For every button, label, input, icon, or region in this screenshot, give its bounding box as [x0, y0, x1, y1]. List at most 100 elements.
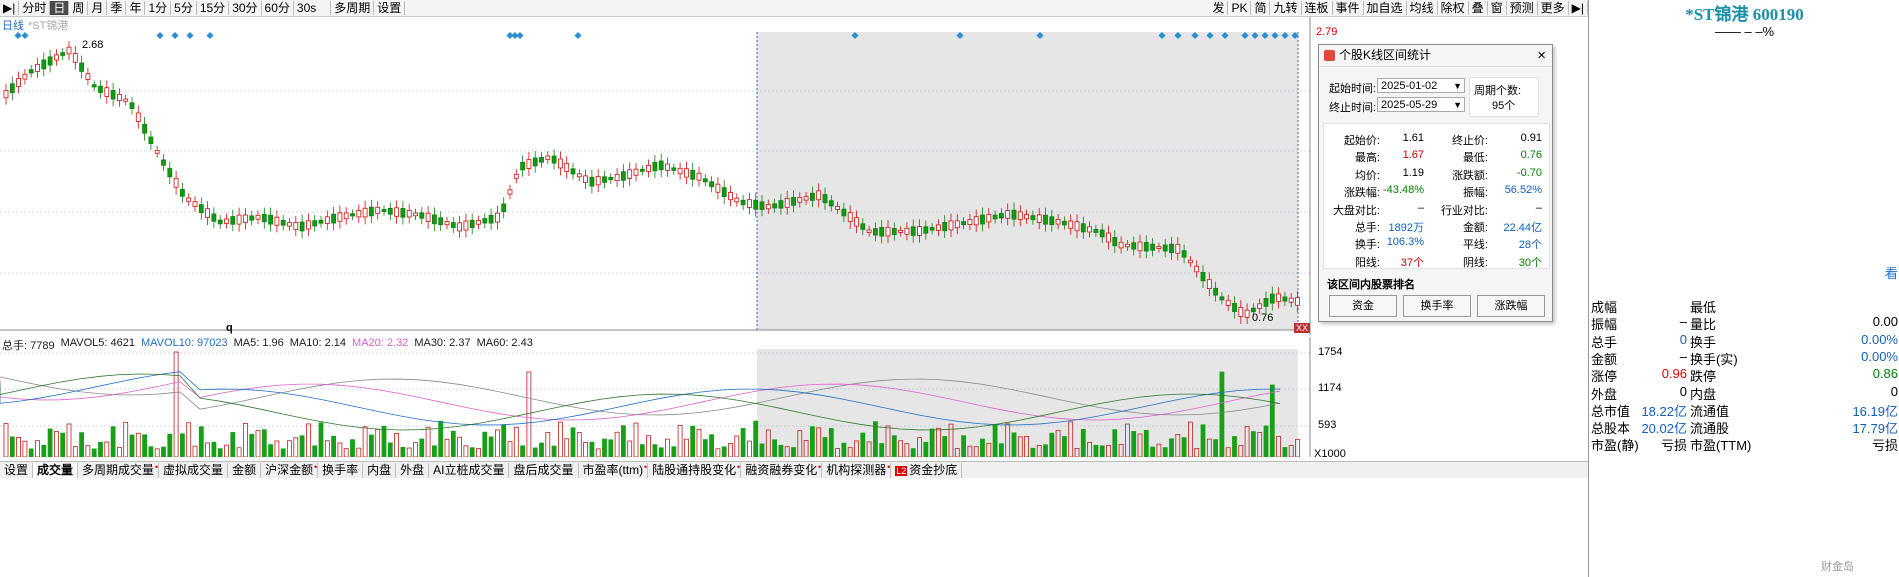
signal-diamond	[14, 31, 22, 40]
period-tab-12[interactable]: 多周期	[331, 1, 375, 15]
period-tab-8[interactable]: 15分	[197, 1, 230, 15]
volume-bar	[822, 437, 828, 458]
tool-button-6[interactable]: 加自选	[1364, 1, 1407, 15]
volume-bar	[684, 438, 689, 458]
toolbar-arrow-icon[interactable]: ▶|	[0, 1, 20, 15]
period-tab-4[interactable]: 季	[107, 1, 127, 15]
indicator-tab-10[interactable]: 盘后成交量	[509, 462, 579, 478]
candle	[41, 59, 47, 70]
candle	[47, 56, 53, 66]
volume-bar	[318, 422, 324, 458]
indicator-tab-5[interactable]: 沪深金额 •	[261, 462, 319, 478]
volume-bar	[583, 442, 588, 458]
period-tab-1[interactable]: 日	[50, 1, 70, 15]
period-tab-11[interactable]: 30s	[294, 1, 332, 15]
period-tab-7[interactable]: 5分	[171, 1, 197, 15]
period-tab-0[interactable]: 分时	[19, 1, 51, 15]
indicator-tab-8[interactable]: 外盘	[396, 462, 430, 478]
indicator-tab-14[interactable]: 机构探测器 •	[822, 462, 892, 478]
indicator-tab-11[interactable]: 市盈率(ttm) •	[579, 462, 649, 478]
indicator-tab-13[interactable]: 融资融券变化 •	[741, 462, 823, 478]
expand-icon[interactable]: ▶|	[1569, 1, 1588, 15]
volume-bar	[350, 439, 355, 458]
indicator-tab-15[interactable]: L2 资金抄底	[891, 462, 963, 478]
candle	[621, 171, 626, 181]
period-tab-13[interactable]: 设置	[374, 1, 406, 15]
indicator-tab-4[interactable]: 金额	[228, 462, 262, 478]
indicator-tab-2[interactable]: 多周期成交量 •	[78, 462, 160, 478]
volume-svg[interactable]	[0, 337, 1588, 458]
candle	[476, 220, 481, 225]
stat-label: 平线:	[1462, 239, 1488, 252]
start-time-select[interactable]: 2025-01-02 ▼	[1377, 78, 1465, 93]
period-tab-10[interactable]: 60分	[262, 1, 294, 15]
volume-bar	[1269, 384, 1275, 458]
tool-button-4[interactable]: 连板	[1302, 1, 1333, 15]
candle	[1169, 243, 1174, 254]
volume-bar	[161, 446, 166, 458]
period-tab-6[interactable]: 1分	[145, 1, 172, 15]
volume-bar	[564, 438, 570, 458]
rank-button-2[interactable]: 涨跌幅	[1477, 295, 1545, 317]
candle	[72, 53, 78, 63]
quote-row: 市盈(静) 亏损 市盈(TTM) 亏损	[1589, 435, 1899, 453]
vol-axis-unit: X1000	[1314, 448, 1346, 460]
candle	[967, 219, 973, 225]
quote-value: 0.86	[1872, 366, 1898, 382]
tool-button-7[interactable]: 均线	[1407, 1, 1438, 15]
period-tab-5[interactable]: 年	[126, 1, 146, 15]
tool-button-1[interactable]: PK	[1228, 1, 1252, 15]
stats-grid: 起始价: 1.61 终止价: 0.91 最高: 1.67 最低: 0.76 均价: 1.19 涨跌额…	[1323, 123, 1550, 269]
quote-label: 换手(实)	[1690, 351, 1738, 367]
volume-bar	[734, 435, 740, 458]
volume-bar	[438, 420, 444, 458]
volume-bar	[658, 447, 664, 458]
volume-bar	[1213, 439, 1218, 458]
period-tab-3[interactable]: 月	[88, 1, 108, 15]
indicator-tab-7[interactable]: 内盘	[363, 462, 397, 478]
indicator-tab-9[interactable]: AI立桩成交量	[429, 462, 510, 478]
start-time-value: 2025-01-02	[1381, 80, 1438, 92]
indicator-tab-1[interactable]: 成交量	[33, 462, 79, 478]
candle	[866, 229, 872, 233]
stat-label: 涨跌额:	[1451, 169, 1488, 182]
stat-label: 行业对比:	[1440, 204, 1488, 217]
candle	[539, 157, 544, 163]
quote-value: –	[1679, 314, 1687, 330]
volume-chart[interactable]: 1754 1174 593 X1000	[0, 337, 1588, 460]
volume-bar	[331, 435, 337, 458]
volume-bar	[488, 436, 494, 458]
volume-bar	[551, 445, 557, 458]
candle	[299, 221, 305, 232]
tool-button-8[interactable]: 除权	[1438, 1, 1469, 15]
close-icon[interactable]: ×	[1537, 45, 1546, 66]
candle	[154, 150, 160, 154]
quote-row: 振幅 – 量比 0.00	[1589, 314, 1899, 332]
tool-button-9[interactable]: 叠	[1469, 1, 1488, 15]
candle	[816, 190, 822, 201]
indicator-tab-3[interactable]: 虚拟成交量	[159, 462, 229, 478]
volume-bar	[1093, 444, 1099, 458]
period-tab-9[interactable]: 30分	[229, 1, 262, 15]
tool-button-0[interactable]: 发	[1209, 1, 1229, 15]
indicator-tab-0[interactable]: 设置	[0, 462, 34, 478]
tool-button-3[interactable]: 九转	[1270, 1, 1302, 15]
candle	[1238, 307, 1244, 317]
tool-button-10[interactable]: 窗	[1488, 1, 1507, 15]
indicator-tab-label: 多周期成交量	[82, 462, 155, 477]
tool-button-2[interactable]: 简	[1251, 1, 1271, 15]
rank-button-0[interactable]: 资金	[1329, 295, 1397, 317]
tool-button-12[interactable]: 更多	[1538, 1, 1569, 15]
indicator-tab-12[interactable]: 陆股通持股变化 •	[648, 462, 742, 478]
period-tab-2[interactable]: 周	[69, 1, 89, 15]
volume-bar	[1062, 436, 1067, 458]
candle	[1087, 226, 1092, 233]
indicator-tab-label: 虚拟成交量	[163, 462, 224, 477]
indicator-tab-6[interactable]: 换手率	[318, 462, 364, 478]
tool-button-11[interactable]: 预测	[1507, 1, 1538, 15]
volume-bar	[274, 440, 280, 458]
tool-button-5[interactable]: 事件	[1333, 1, 1364, 15]
rank-button-1[interactable]: 换手率	[1403, 295, 1471, 317]
end-time-select[interactable]: 2025-05-29 ▼	[1377, 97, 1465, 112]
volume-bar	[431, 445, 437, 458]
